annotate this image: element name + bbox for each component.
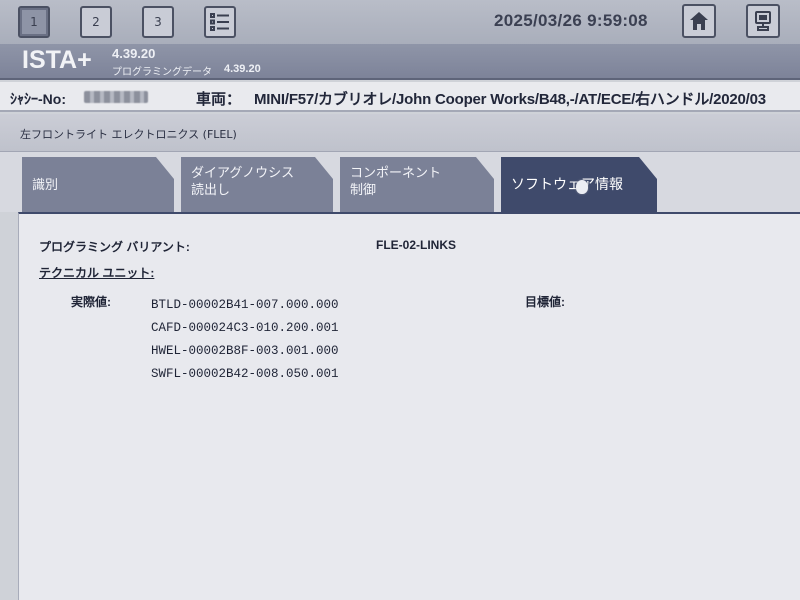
- top-toolbar: 1 2 3 2025/03/26 9:59:08: [0, 0, 800, 44]
- technical-unit-link[interactable]: テクニカル ユニット:: [39, 264, 154, 281]
- tab-identification-label: 識別: [32, 178, 59, 193]
- vehicle-connection-button[interactable]: [746, 4, 780, 38]
- workspace-1-button[interactable]: 1: [18, 6, 50, 38]
- list-item: HWEL-00002B8F-003.001.000: [151, 344, 339, 358]
- list-item: SWFL-00002B42-008.050.001: [151, 367, 339, 381]
- target-value-label: 目標値:: [525, 295, 565, 309]
- list-button[interactable]: [204, 6, 236, 38]
- control-unit-header: 左フロントライト エレクトロニクス (FLEL): [0, 114, 800, 152]
- tab-component-control[interactable]: コンポーネント 制御: [340, 157, 494, 212]
- programming-data-label: プログラミングデータ: [112, 67, 212, 78]
- tab-diagnosis-readout[interactable]: ダイアグノウシス 読出し: [181, 157, 333, 212]
- home-icon: [690, 12, 708, 30]
- workspace-2-button[interactable]: 2: [80, 6, 112, 38]
- app-version: 4.39.20: [112, 46, 156, 61]
- programming-variant-label: プログラミング バリアント:: [39, 240, 190, 254]
- workspace-1-label: 1: [30, 15, 38, 29]
- app-title-bar: ISTA+ 4.39.20 プログラミングデータ 4.39.20: [0, 44, 800, 80]
- list-item: BTLD-00002B41-007.000.000: [151, 298, 339, 312]
- tab-component-label-line2: 制御: [350, 183, 377, 198]
- workspace-2-label: 2: [92, 15, 100, 29]
- control-unit-title: 左フロントライト エレクトロニクス (FLEL): [20, 128, 237, 141]
- home-button[interactable]: [682, 4, 716, 38]
- list-icon: [210, 13, 229, 31]
- chassis-number-redacted: [84, 91, 148, 103]
- list-item: CAFD-000024C3-010.200.001: [151, 321, 339, 335]
- workspace-3-label: 3: [154, 15, 162, 29]
- vehicle-model-value: MINI/F57/カブリオレ/John Cooper Works/B48,-/A…: [254, 91, 766, 108]
- tab-diagnosis-label-line2: 読出し: [191, 183, 231, 198]
- chassis-number-label: ｼｬｼｰ-No:: [10, 91, 66, 107]
- workspace-3-button[interactable]: 3: [142, 6, 174, 38]
- vehicle-connection-icon: [755, 11, 771, 31]
- tab-identification[interactable]: 識別: [22, 157, 174, 212]
- programming-variant-value: FLE-02-LINKS: [376, 238, 457, 252]
- app-name: ISTA+: [22, 46, 92, 74]
- vehicle-model-label: 車両：: [196, 91, 242, 108]
- vehicle-info-bar: ｼｬｼｰ-No: 車両： MINI/F57/カブリオレ/John Cooper …: [0, 82, 800, 112]
- current-datetime: 2025/03/26 9:59:08: [494, 11, 648, 30]
- tab-component-label-line1: コンポーネント: [350, 166, 442, 181]
- actual-value-label: 実際値:: [71, 295, 111, 309]
- programming-data-version: 4.39.20: [224, 63, 261, 75]
- tab-bar: 識別 ダイアグノウシス 読出し コンポーネント 制御 ソフトウェア情報: [0, 152, 800, 212]
- tab-diagnosis-label-line1: ダイアグノウシス: [191, 166, 295, 181]
- software-info-panel: プログラミング バリアント: FLE-02-LINKS テクニカル ユニット: …: [18, 212, 800, 600]
- mouse-cursor: [576, 180, 588, 194]
